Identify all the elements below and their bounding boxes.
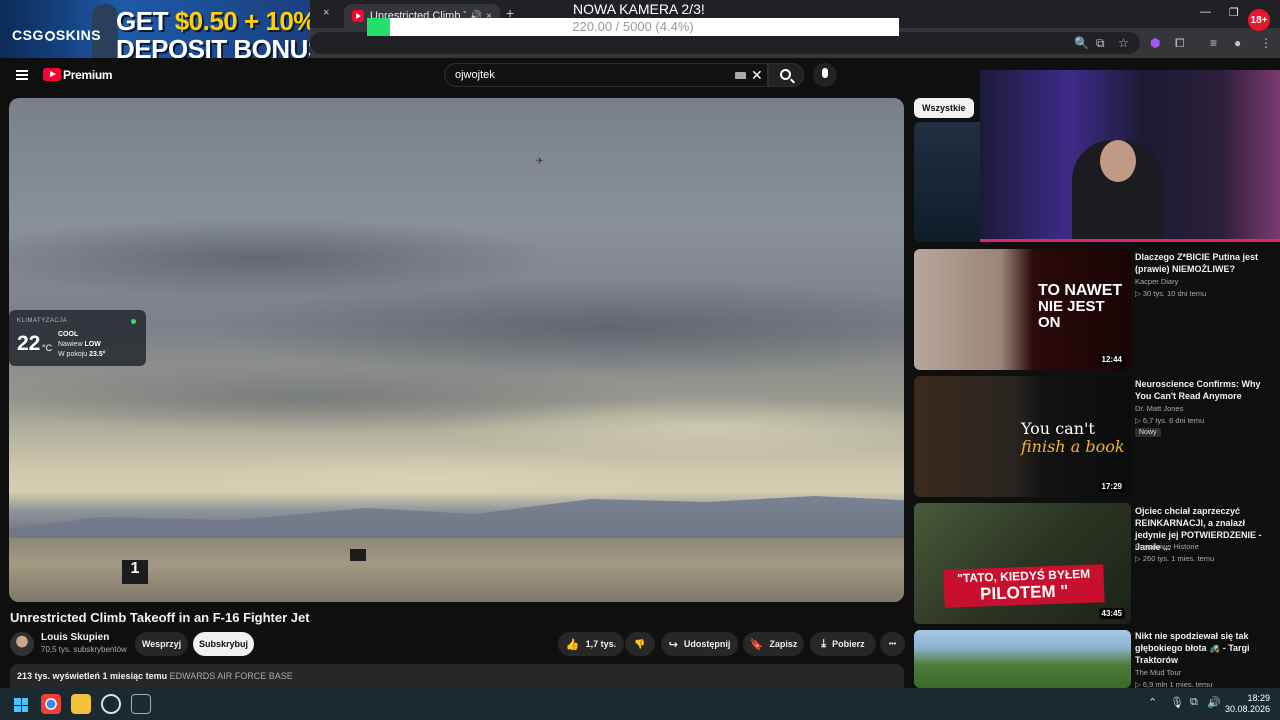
age-rating-badge: 18+ — [1248, 9, 1270, 31]
download-button[interactable]: ⤓ Pobierz — [810, 632, 876, 656]
system-clock[interactable]: 18:29 30.08.2026 — [1222, 693, 1270, 715]
thumbs-down-icon: 👎 — [634, 638, 646, 649]
video-duration: 12:44 — [1098, 354, 1125, 365]
search-input[interactable]: ojwojtek ✕ — [444, 63, 768, 87]
channel-name[interactable]: Louis Skupien — [41, 632, 109, 643]
download-icon: ⤓ — [821, 637, 827, 650]
recommendation-thumb[interactable]: You can't finish a book 17:29 — [914, 376, 1131, 497]
thumbs-up-icon: 👍 — [565, 638, 580, 651]
youtube-logo-text[interactable]: Premium — [63, 68, 113, 82]
hamburger-menu-icon[interactable] — [16, 70, 28, 80]
thumb-overlay-text: You can't finish a book — [1021, 419, 1125, 456]
like-button[interactable]: 👍 1,7 tys. — [558, 632, 624, 656]
share-icon: ↪ — [668, 638, 678, 651]
search-icon — [780, 69, 791, 80]
keyboard-icon[interactable] — [735, 72, 746, 79]
recommendation-meta: ▷ 6,7 tys. 6 dni temu — [1135, 416, 1205, 425]
youtube-favicon-icon — [352, 10, 364, 22]
climate-room: W pokoju 23.5° — [58, 351, 106, 358]
recommendation-thumb[interactable]: "TATO, KIEDYŚ BYŁEM PILOTEM " 43:45 — [914, 503, 1131, 624]
support-button[interactable]: Wesprzyj — [135, 632, 188, 656]
webcam-person-head — [1100, 140, 1136, 182]
screenshot-icon[interactable]: ⧉ — [1096, 36, 1105, 51]
video-duration: 43:45 — [1098, 608, 1125, 619]
recommendation-channel[interactable]: Kacper Diary — [1135, 277, 1178, 286]
more-actions-button[interactable]: ••• — [880, 632, 905, 656]
windows-start-icon[interactable] — [14, 698, 28, 712]
recommendation-channel[interactable]: Dr. Matt Jones — [1135, 404, 1183, 413]
climate-status-dot — [131, 319, 136, 324]
donation-goal-bar: 220.00 / 5000 (4.4%) — [367, 18, 899, 36]
zoom-icon[interactable]: 🔍 — [1074, 36, 1089, 50]
windows-taskbar: ⌃ 🎙 ⧉ 🔊 18:29 30.08.2026 — [0, 688, 1280, 720]
maximize-button[interactable]: ❐ — [1229, 6, 1239, 19]
app-taskbar-icon[interactable] — [131, 694, 151, 714]
bookmark-icon: 🔖 — [749, 638, 764, 651]
recommendation-meta: ▷ 260 tys. 1 mies. temu — [1135, 554, 1215, 563]
goal-progress-text: 220.00 / 5000 (4.4%) — [572, 19, 694, 34]
fighter-jet: ✈ — [536, 156, 544, 166]
voice-search-button[interactable] — [813, 63, 837, 87]
profile-avatar-icon[interactable]: ● — [1234, 36, 1241, 50]
filter-chip-all[interactable]: Wszystkie — [914, 98, 974, 118]
recommendation-thumb[interactable] — [914, 630, 1131, 688]
minimize-button[interactable]: — — [1200, 6, 1211, 18]
share-button[interactable]: ↪ Udostępnij — [661, 632, 738, 656]
thumb-overlay-text: TO NAWET NIE JEST ON — [1038, 282, 1123, 331]
dislike-button[interactable]: 👎 — [625, 632, 655, 656]
channel-subscribers: 70,5 tys. subskrybentów — [41, 645, 127, 654]
channel-avatar[interactable] — [10, 632, 34, 656]
bookmark-star-icon[interactable]: ☆ — [1118, 36, 1129, 50]
clear-search-icon[interactable]: ✕ — [751, 67, 763, 84]
climate-label: KLIMATYZACJA — [17, 318, 68, 324]
recommendation-title[interactable]: Neuroscience Confirms: Why You Can't Rea… — [1135, 378, 1275, 402]
climate-unit: °C — [42, 343, 53, 353]
clock-time: 18:29 — [1247, 693, 1270, 703]
volume-tray-icon[interactable]: 🔊 — [1207, 696, 1221, 709]
new-badge: Nowy — [1135, 428, 1161, 437]
recommendation-channel[interactable]: Prawdziwe Historie — [1135, 542, 1199, 551]
video-duration: 17:29 — [1098, 481, 1125, 492]
reading-list-icon[interactable]: ≡ — [1210, 36, 1217, 50]
climate-widget: KLIMATYZACJA 22 °C COOL Nawiew LOW W pok… — [9, 310, 146, 366]
file-explorer-icon[interactable] — [71, 694, 91, 714]
clock-date: 30.08.2026 — [1224, 704, 1270, 714]
recommendation-title[interactable]: Dlaczego Z*BICIE Putina jest (prawie) NI… — [1135, 251, 1275, 275]
browser-menu-icon[interactable]: ⋮ — [1260, 36, 1272, 50]
recommendation-title[interactable]: Nikt nie spodziewał się tak głębokiego b… — [1135, 630, 1275, 666]
ad-headline: GET $0.50 + 10% — [116, 6, 310, 36]
thumb-overlay-text: "TATO, KIEDYŚ BYŁEM PILOTEM " — [943, 564, 1105, 608]
streamer-webcam — [980, 70, 1280, 242]
mic-tray-icon[interactable]: 🎙 — [1170, 696, 1184, 709]
runway-sign: 1 — [122, 560, 148, 584]
description-stats: 213 tys. wyświetleń 1 miesiąc temu EDWAR… — [17, 671, 293, 681]
like-count: 1,7 tys. — [585, 639, 617, 649]
climate-temperature: 22 — [17, 332, 41, 355]
chrome-taskbar-icon[interactable] — [41, 694, 61, 714]
tray-chevron-icon[interactable]: ⌃ — [1148, 696, 1157, 709]
recommendation-meta: ▷ 30 tys. 10 dni temu — [1135, 289, 1207, 298]
youtube-logo-icon[interactable] — [43, 68, 61, 81]
extension-icon[interactable]: ⬢ — [1150, 36, 1160, 50]
video-title: Unrestricted Climb Takeoff in an F-16 Fi… — [10, 610, 310, 625]
climate-fan: Nawiew LOW — [58, 341, 101, 348]
ad-brand-logo: CSG SKINS — [12, 27, 102, 43]
recommendation-channel[interactable]: The Mud Tour — [1135, 668, 1181, 677]
search-button[interactable] — [768, 63, 804, 87]
camera-goal-title: NOWA KAMERA 2/3! — [573, 1, 705, 17]
runway-marker — [350, 549, 366, 561]
recommendation-thumb[interactable]: TO NAWET NIE JEST ON 12:44 — [914, 249, 1131, 370]
obs-taskbar-icon[interactable] — [101, 694, 121, 714]
search-query[interactable]: ojwojtek — [455, 69, 495, 81]
tab-close-icon[interactable]: × — [323, 7, 329, 19]
subscribe-button[interactable]: Subskrybuj — [193, 632, 254, 656]
display-tray-icon[interactable]: ⧉ — [1190, 696, 1198, 709]
extensions-puzzle-icon[interactable]: ⧠ — [1175, 36, 1185, 51]
climate-mode: COOL — [58, 331, 79, 338]
save-button[interactable]: 🔖 Zapisz — [743, 632, 804, 656]
